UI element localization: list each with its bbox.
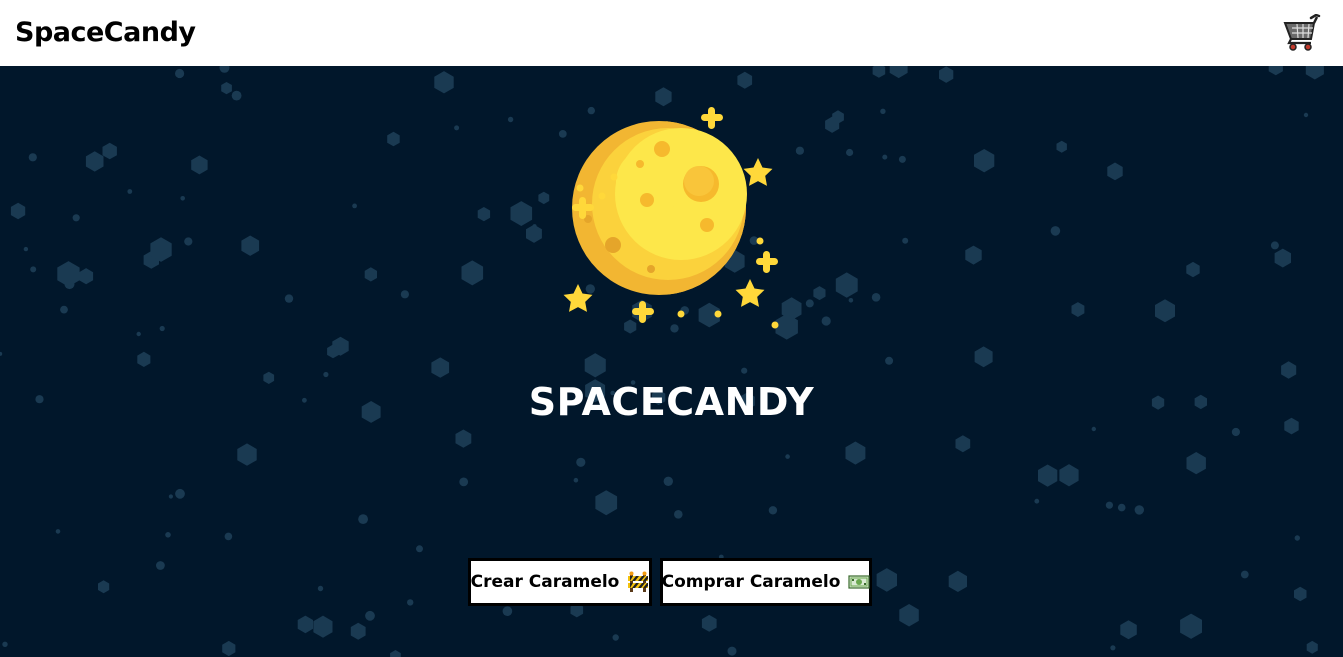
construction-barrier-icon bbox=[627, 571, 649, 593]
create-candy-button[interactable]: Crear Caramelo bbox=[468, 558, 652, 606]
banknote-icon bbox=[848, 571, 870, 593]
navbar: SpaceCandy bbox=[0, 0, 1343, 66]
create-candy-button-label: Crear Caramelo bbox=[470, 572, 620, 592]
brand-logo-text[interactable]: SpaceCandy bbox=[15, 14, 196, 52]
moon-with-stars-icon bbox=[556, 104, 788, 336]
shopping-cart-icon[interactable] bbox=[1283, 13, 1323, 52]
hero-title: SPACECANDY bbox=[528, 380, 815, 424]
hero-section: SPACECANDY Crear Caramelo Comprar Carame… bbox=[0, 66, 1343, 657]
buy-candy-button[interactable]: Comprar Caramelo bbox=[660, 558, 872, 606]
buy-candy-button-label: Comprar Caramelo bbox=[661, 572, 841, 592]
